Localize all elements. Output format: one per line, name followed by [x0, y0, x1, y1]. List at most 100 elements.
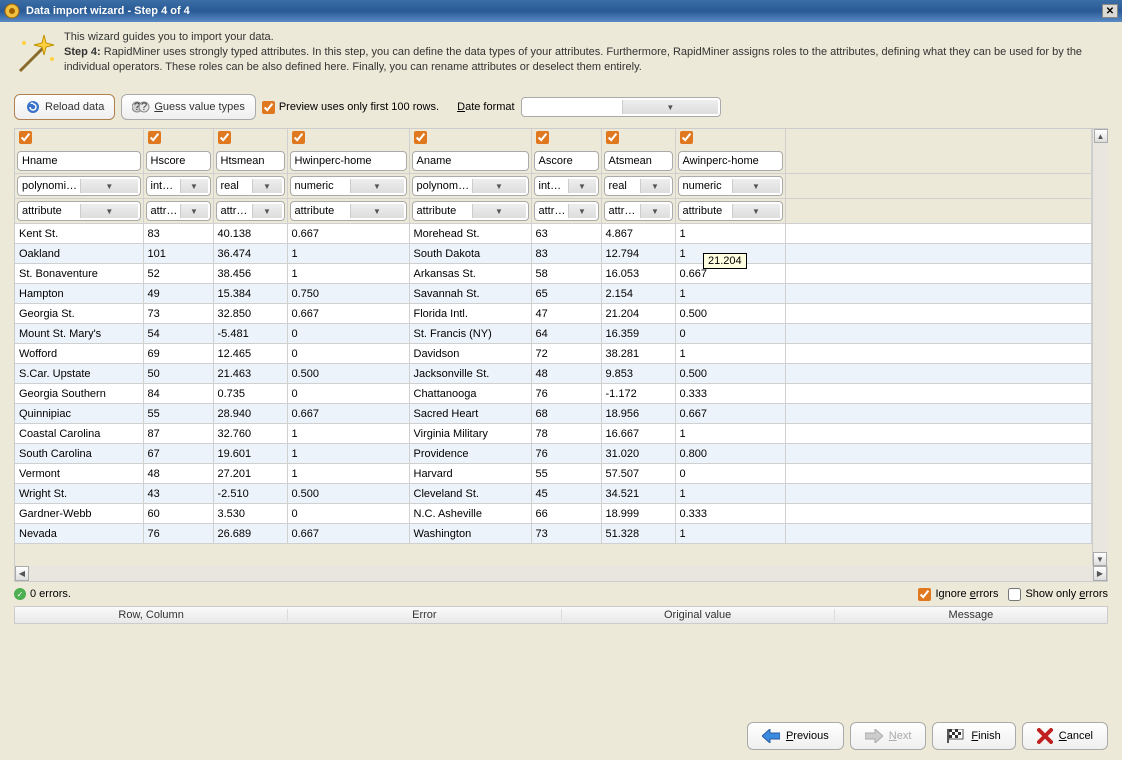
data-cell: Wright St.	[15, 484, 143, 504]
column-name-input[interactable]: Hscore	[146, 151, 211, 171]
data-cell: 52	[143, 264, 213, 284]
data-cell: Morehead St.	[409, 224, 531, 244]
svg-text:?: ?	[141, 101, 147, 113]
vertical-scrollbar[interactable]: ▲ ▼	[1092, 129, 1108, 566]
preview-checkbox-input[interactable]	[262, 101, 275, 114]
column-role-combo[interactable]: attribute▼	[290, 201, 407, 221]
column-type-combo[interactable]: polynominal▼	[17, 176, 141, 196]
data-cell: Hampton	[15, 284, 143, 304]
guess-types-button[interactable]: ?? Guess value types	[121, 94, 256, 120]
data-cell: 1	[675, 424, 785, 444]
data-cell: 45	[531, 484, 601, 504]
data-cell: 9.853	[601, 364, 675, 384]
close-button[interactable]: ✕	[1102, 4, 1118, 18]
column-role-combo[interactable]: attribute▼	[412, 201, 529, 221]
column-type-combo[interactable]: integer▼	[534, 176, 599, 196]
column-role-combo[interactable]: attribute▼	[604, 201, 673, 221]
data-cell: Davidson	[409, 344, 531, 364]
data-cell: 1	[287, 464, 409, 484]
data-cell: S.Car. Upstate	[15, 364, 143, 384]
previous-button[interactable]: Previous	[747, 722, 844, 750]
column-role-combo[interactable]: attribute▼	[534, 201, 599, 221]
column-enable-checkbox[interactable]	[19, 131, 32, 144]
data-cell: 32.850	[213, 304, 287, 324]
data-cell: 4.867	[601, 224, 675, 244]
chevron-down-icon: ▼	[640, 204, 670, 218]
data-cell: 32.760	[213, 424, 287, 444]
column-name-input[interactable]: Hwinperc-home	[290, 151, 407, 171]
data-cell: 38.456	[213, 264, 287, 284]
column-enable-checkbox[interactable]	[292, 131, 305, 144]
cancel-button[interactable]: Cancel	[1022, 722, 1108, 750]
column-type-combo[interactable]: polynominal▼	[412, 176, 529, 196]
column-enable-checkbox[interactable]	[218, 131, 231, 144]
finish-button[interactable]: Finish	[932, 722, 1015, 750]
horizontal-scrollbar[interactable]: ◀ ▶	[14, 566, 1108, 582]
column-role-combo[interactable]: attribute▼	[216, 201, 285, 221]
data-cell: Cleveland St.	[409, 484, 531, 504]
toolbar: Reload data ?? Guess value types Preview…	[0, 90, 1122, 128]
data-cell: 0	[675, 324, 785, 344]
data-cell: 12.465	[213, 344, 287, 364]
chevron-down-icon: ▼	[252, 204, 282, 218]
column-name-input[interactable]: Aname	[412, 151, 529, 171]
column-name-input[interactable]: Ascore	[534, 151, 599, 171]
data-cell: 49	[143, 284, 213, 304]
column-enable-checkbox[interactable]	[148, 131, 161, 144]
data-cell: 34.521	[601, 484, 675, 504]
data-cell: 3.530	[213, 504, 287, 524]
step-label: Step 4:	[64, 46, 101, 58]
column-enable-checkbox[interactable]	[536, 131, 549, 144]
data-cell: Georgia Southern	[15, 384, 143, 404]
ignore-errors-checkbox[interactable]: Ignore errors	[918, 588, 998, 601]
preview-checkbox[interactable]: Preview uses only first 100 rows.	[262, 101, 439, 114]
reload-data-button[interactable]: Reload data	[14, 94, 115, 120]
data-cell: 1	[675, 484, 785, 504]
data-cell: Vermont	[15, 464, 143, 484]
column-name-input[interactable]: Htsmean	[216, 151, 285, 171]
data-cell: Harvard	[409, 464, 531, 484]
scroll-left-button[interactable]: ◀	[15, 566, 29, 581]
data-cell: 0.500	[675, 304, 785, 324]
column-role-combo[interactable]: attribute▼	[678, 201, 783, 221]
chevron-down-icon: ▼	[350, 179, 404, 193]
column-enable-checkbox[interactable]	[414, 131, 427, 144]
reload-label: Reload data	[45, 101, 104, 113]
data-cell: 16.053	[601, 264, 675, 284]
ignore-errors-input[interactable]	[918, 588, 931, 601]
data-cell: Jacksonville St.	[409, 364, 531, 384]
data-cell: 26.689	[213, 524, 287, 544]
chevron-down-icon: ▼	[350, 204, 404, 218]
data-cell: 87	[143, 424, 213, 444]
dateformat-combo[interactable]: ▼	[521, 97, 721, 117]
data-cell: 76	[143, 524, 213, 544]
column-type-combo[interactable]: real▼	[216, 176, 285, 196]
chevron-down-icon: ▼	[472, 179, 526, 193]
column-name-input[interactable]: Awinperc-home	[678, 151, 783, 171]
data-cell: 1	[287, 424, 409, 444]
data-cell: 1	[675, 284, 785, 304]
scroll-right-button[interactable]: ▶	[1093, 566, 1107, 581]
column-role-combo[interactable]: attribute▼	[146, 201, 211, 221]
data-cell: 58	[531, 264, 601, 284]
show-only-errors-checkbox[interactable]: Show only errors	[1008, 588, 1108, 601]
data-cell: Georgia St.	[15, 304, 143, 324]
scroll-up-button[interactable]: ▲	[1094, 129, 1108, 143]
arrow-right-icon	[865, 729, 883, 743]
column-type-combo[interactable]: numeric▼	[290, 176, 407, 196]
column-name-input[interactable]: Atsmean	[604, 151, 673, 171]
data-cell: 0.667	[287, 224, 409, 244]
scroll-down-button[interactable]: ▼	[1093, 552, 1107, 566]
errhdr-message: Message	[835, 609, 1107, 621]
error-table-header: Row, Column Error Original value Message	[14, 606, 1108, 624]
show-only-errors-input[interactable]	[1008, 588, 1021, 601]
column-type-combo[interactable]: real▼	[604, 176, 673, 196]
column-enable-checkbox[interactable]	[606, 131, 619, 144]
column-enable-checkbox[interactable]	[680, 131, 693, 144]
data-cell: 1	[287, 444, 409, 464]
column-role-combo[interactable]: attribute▼	[17, 201, 141, 221]
data-cell: 68	[531, 404, 601, 424]
column-type-combo[interactable]: integer▼	[146, 176, 211, 196]
column-name-input[interactable]: Hname	[17, 151, 141, 171]
column-type-combo[interactable]: numeric▼	[678, 176, 783, 196]
